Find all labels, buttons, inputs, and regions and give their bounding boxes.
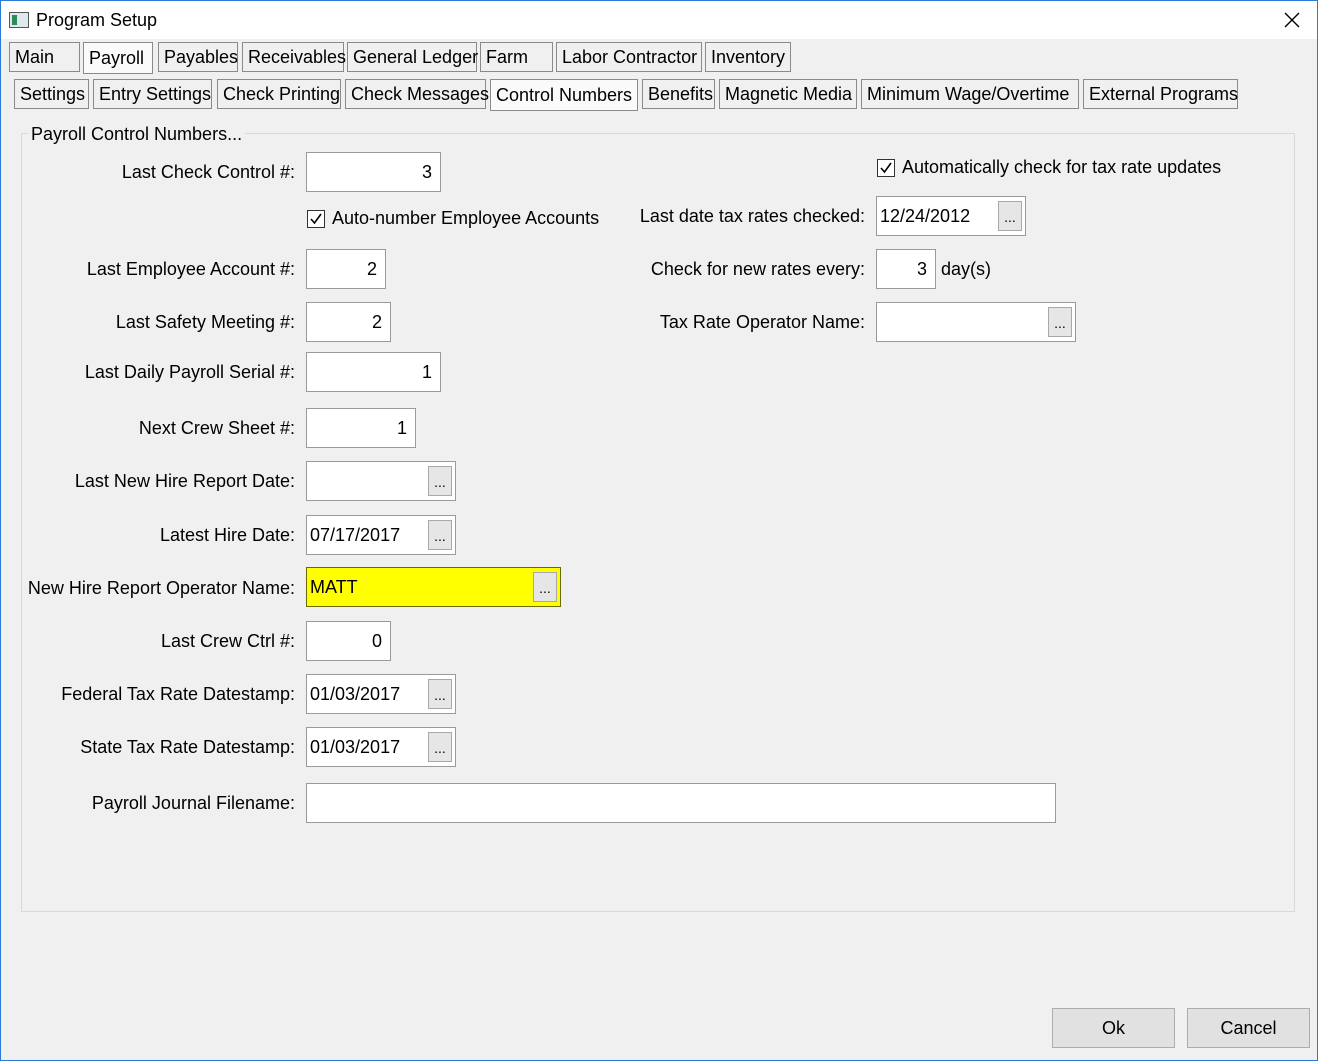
tab-entry-settings[interactable]: Entry Settings bbox=[93, 79, 212, 109]
tax-rate-operator-name-input[interactable]: ... bbox=[876, 302, 1076, 342]
last-date-tax-rates-checked-input[interactable]: 12/24/2012 ... bbox=[876, 196, 1026, 236]
auto-check-tax-rates-checkbox[interactable]: Automatically check for tax rate updates bbox=[877, 157, 1221, 178]
state-tax-rate-datestamp-input[interactable]: 01/03/2017 ... bbox=[306, 727, 456, 767]
last-date-tax-rates-checked-ellipsis-button[interactable]: ... bbox=[998, 201, 1022, 231]
latest-hire-date-label: Latest Hire Date: bbox=[159, 525, 295, 545]
tab-receivables[interactable]: Receivables bbox=[242, 42, 346, 72]
tab-control-numbers[interactable]: Control Numbers bbox=[490, 79, 638, 111]
tax-rate-operator-name-label: Tax Rate Operator Name: bbox=[659, 312, 865, 332]
auto-check-tax-rates-label: Automatically check for tax rate updates bbox=[902, 157, 1222, 177]
next-crew-sheet-label: Next Crew Sheet #: bbox=[138, 418, 295, 438]
close-button[interactable] bbox=[1267, 1, 1317, 39]
tab-minimum-wage-overtime[interactable]: Minimum Wage/Overtime bbox=[861, 79, 1079, 109]
latest-hire-date-input[interactable]: 07/17/2017 ... bbox=[306, 515, 456, 555]
close-icon bbox=[1284, 12, 1300, 28]
tax-rate-operator-name-ellipsis-button[interactable]: ... bbox=[1048, 307, 1072, 337]
last-date-tax-rates-checked-label: Last date tax rates checked: bbox=[639, 206, 865, 226]
program-setup-window: Program Setup Main Payroll Payables Rece… bbox=[0, 0, 1318, 1061]
check-for-new-rates-value: 3 bbox=[916, 259, 927, 279]
last-daily-payroll-serial-label: Last Daily Payroll Serial #: bbox=[84, 362, 295, 382]
last-new-hire-report-date-ellipsis-button[interactable]: ... bbox=[428, 466, 452, 496]
tab-inventory[interactable]: Inventory bbox=[705, 42, 791, 72]
tab-settings[interactable]: Settings bbox=[14, 79, 89, 109]
tab-benefits[interactable]: Benefits bbox=[642, 79, 715, 109]
last-crew-ctrl-value: 0 bbox=[371, 631, 382, 651]
app-icon bbox=[9, 12, 29, 28]
last-new-hire-report-date-label: Last New Hire Report Date: bbox=[74, 471, 295, 491]
tab-payroll[interactable]: Payroll bbox=[83, 42, 153, 74]
federal-tax-rate-datestamp-label: Federal Tax Rate Datestamp: bbox=[61, 684, 295, 704]
checkmark-icon bbox=[310, 213, 322, 224]
state-tax-rate-datestamp-ellipsis-button[interactable]: ... bbox=[428, 732, 452, 762]
title-bar: Program Setup bbox=[1, 1, 1317, 39]
last-safety-meeting-input[interactable]: 2 bbox=[306, 302, 391, 342]
check-for-new-rates-input[interactable]: 3 bbox=[876, 249, 936, 289]
payroll-journal-filename-input[interactable] bbox=[306, 783, 1056, 823]
last-check-control-input[interactable]: 3 bbox=[306, 152, 441, 192]
last-date-tax-rates-checked-value: 12/24/2012 bbox=[880, 206, 971, 226]
checkbox-icon bbox=[307, 209, 325, 228]
last-new-hire-report-date-input[interactable]: ... bbox=[306, 461, 456, 501]
last-employee-account-input[interactable]: 2 bbox=[306, 249, 386, 289]
tab-payables[interactable]: Payables bbox=[158, 42, 238, 72]
auto-number-label: Auto-number Employee Accounts bbox=[332, 208, 600, 228]
last-check-control-label: Last Check Control #: bbox=[121, 162, 295, 182]
last-check-control-value: 3 bbox=[421, 162, 432, 182]
tab-check-messages[interactable]: Check Messages bbox=[345, 79, 489, 109]
checkbox-icon bbox=[877, 158, 895, 177]
last-employee-account-value: 2 bbox=[366, 259, 377, 279]
last-employee-account-label: Last Employee Account #: bbox=[86, 259, 295, 279]
latest-hire-date-ellipsis-button[interactable]: ... bbox=[428, 520, 452, 550]
check-for-new-rates-label: Check for new rates every: bbox=[650, 259, 865, 279]
state-tax-rate-datestamp-label: State Tax Rate Datestamp: bbox=[80, 737, 295, 757]
tab-external-programs[interactable]: External Programs bbox=[1083, 79, 1238, 109]
tab-check-printing[interactable]: Check Printing bbox=[217, 79, 341, 109]
tab-general-ledger[interactable]: General Ledger bbox=[347, 42, 478, 72]
next-crew-sheet-input[interactable]: 1 bbox=[306, 408, 416, 448]
check-for-new-rates-unit: day(s) bbox=[941, 259, 992, 279]
auto-number-checkbox[interactable]: Auto-number Employee Accounts bbox=[307, 208, 599, 229]
group-title: Payroll Control Numbers... bbox=[28, 124, 246, 145]
last-safety-meeting-label: Last Safety Meeting #: bbox=[115, 312, 295, 332]
latest-hire-date-value: 07/17/2017 bbox=[310, 525, 401, 545]
next-crew-sheet-value: 1 bbox=[396, 418, 407, 438]
new-hire-report-operator-input[interactable]: MATT ... bbox=[306, 567, 561, 607]
last-crew-ctrl-input[interactable]: 0 bbox=[306, 621, 391, 661]
last-safety-meeting-value: 2 bbox=[371, 312, 382, 332]
new-hire-report-operator-value: MATT bbox=[310, 577, 358, 597]
checkmark-icon bbox=[880, 162, 892, 173]
new-hire-report-operator-ellipsis-button[interactable]: ... bbox=[533, 572, 557, 602]
tab-labor-contractor[interactable]: Labor Contractor bbox=[556, 42, 702, 72]
tab-magnetic-media[interactable]: Magnetic Media bbox=[719, 79, 857, 109]
last-daily-payroll-serial-input[interactable]: 1 bbox=[306, 352, 441, 392]
last-daily-payroll-serial-value: 1 bbox=[421, 362, 432, 382]
federal-tax-rate-datestamp-ellipsis-button[interactable]: ... bbox=[428, 679, 452, 709]
tab-main[interactable]: Main bbox=[9, 42, 80, 72]
payroll-journal-filename-label: Payroll Journal Filename: bbox=[91, 793, 295, 813]
last-crew-ctrl-label: Last Crew Ctrl #: bbox=[160, 631, 295, 651]
window-title: Program Setup bbox=[36, 10, 158, 30]
new-hire-report-operator-label: New Hire Report Operator Name: bbox=[27, 578, 295, 598]
ok-button[interactable]: Ok bbox=[1052, 1008, 1175, 1048]
cancel-button[interactable]: Cancel bbox=[1187, 1008, 1310, 1048]
state-tax-rate-datestamp-value: 01/03/2017 bbox=[310, 737, 401, 757]
federal-tax-rate-datestamp-input[interactable]: 01/03/2017 ... bbox=[306, 674, 456, 714]
tab-farm[interactable]: Farm bbox=[480, 42, 553, 72]
federal-tax-rate-datestamp-value: 01/03/2017 bbox=[310, 684, 401, 704]
